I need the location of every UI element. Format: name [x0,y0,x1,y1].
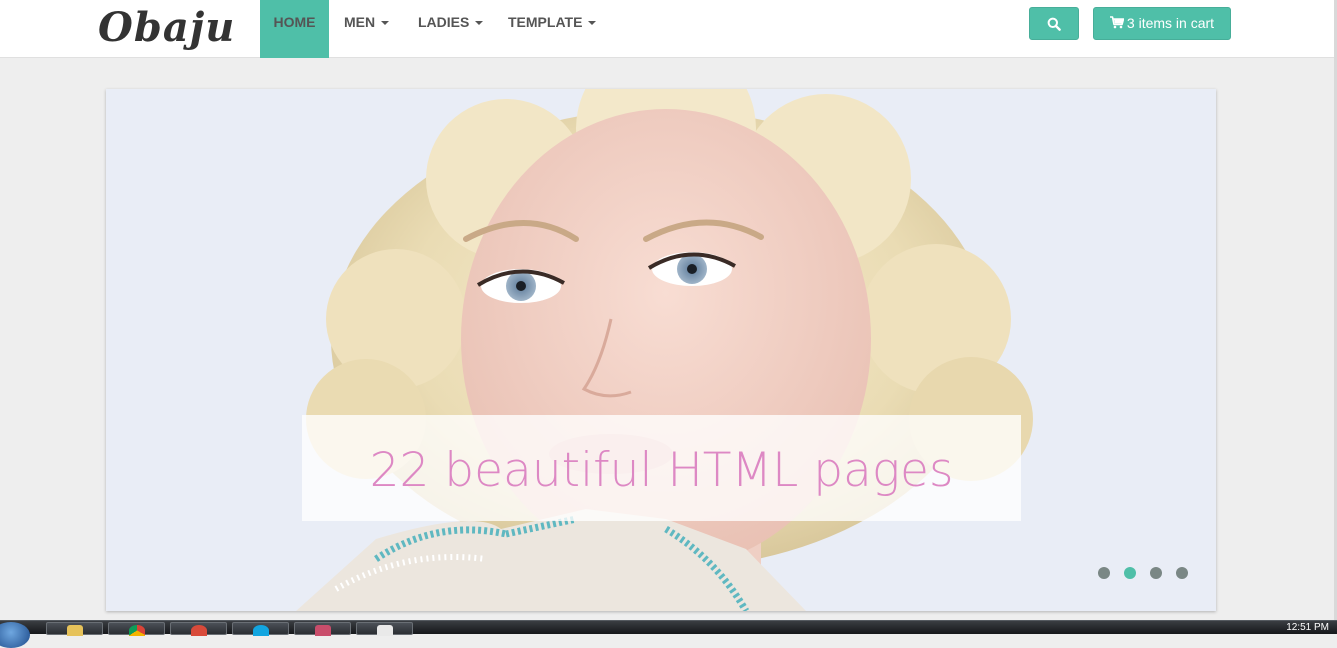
hero-slider[interactable]: 22 beautiful HTML pages [106,89,1216,611]
nav-item-template[interactable]: Template [508,0,597,58]
cart-button[interactable]: 3 items in cart [1093,7,1231,40]
slider-dot-1[interactable] [1098,567,1110,579]
caret-down-icon [475,21,484,26]
taskbar-button-media-player[interactable] [170,622,227,636]
search-icon [1047,17,1061,31]
os-taskbar: 12:51 PM [0,620,1337,648]
slide-caption-box: 22 beautiful HTML pages [302,415,1021,521]
caret-down-icon [381,21,390,26]
taskbar-clock[interactable]: 12:51 PM [1286,621,1329,635]
shopping-cart-icon [1109,16,1125,29]
search-button[interactable] [1029,7,1079,40]
chrome-icon [129,625,145,636]
paint-icon [315,625,331,636]
cart-label: 3 items in cart [1126,15,1215,31]
notepad-icon [377,625,393,636]
nav-item-ladies[interactable]: Ladies [418,0,484,58]
slider-dot-3[interactable] [1150,567,1162,579]
taskbar-button-notepad[interactable] [356,622,413,636]
nav-item-label: Home [273,14,316,30]
taskbar-button-paint[interactable] [294,622,351,636]
nav-item-label: Men [344,14,376,30]
taskbar-button-chrome[interactable] [108,622,165,636]
media-player-icon [191,625,207,636]
file-explorer-icon [67,625,83,636]
hero-image [106,89,1216,611]
nav-item-label: Template [508,14,583,30]
brand-logo[interactable]: Obaju [98,2,235,54]
nav-item-men[interactable]: Men [344,0,390,58]
nav-item-label: Ladies [418,14,470,30]
skype-icon [253,625,269,636]
slider-dot-4[interactable] [1176,567,1188,579]
taskbar-button-skype[interactable] [232,622,289,636]
taskbar-button-file-explorer[interactable] [46,622,103,636]
caret-down-icon [588,21,597,26]
nav-item-home[interactable]: Home [260,0,329,58]
slider-dot-2[interactable] [1124,567,1136,579]
slide-caption: 22 beautiful HTML pages [369,443,954,498]
top-navbar: Obaju Home Men Ladies Template 3 items i… [0,0,1337,58]
start-orb-icon[interactable] [0,622,30,648]
